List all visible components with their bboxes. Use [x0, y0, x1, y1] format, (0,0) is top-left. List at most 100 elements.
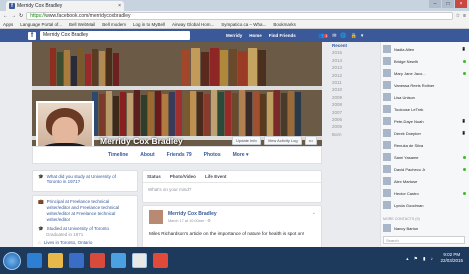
- chat-contact[interactable]: Nadia Allen 📱: [383, 44, 469, 54]
- chat-contact[interactable]: Hector Castro: [383, 188, 469, 198]
- chat-contact[interactable]: Bridge Newth: [383, 56, 469, 66]
- media-icon[interactable]: [90, 253, 105, 268]
- contact-name: David Pacheco Jr: [394, 166, 426, 172]
- start-button[interactable]: [3, 251, 21, 270]
- avatar: [383, 81, 391, 89]
- chrome-icon[interactable]: [132, 253, 147, 268]
- chat-contact[interactable]: Nancy Barton: [383, 223, 469, 233]
- chat-contact[interactable]: Lynda Goodman: [383, 200, 469, 210]
- year-item[interactable]: Recent: [332, 42, 371, 49]
- post-avatar[interactable]: [149, 210, 163, 224]
- minimize-button[interactable]: –: [429, 0, 441, 8]
- nav-profile[interactable]: Merridy: [226, 33, 242, 38]
- post-meta: March 17 at 10:00am · ⚙: [168, 219, 211, 223]
- messages-icon[interactable]: ✉: [332, 33, 336, 39]
- contact-section-label: MORE CONTACTS (9): [383, 217, 420, 221]
- post-options-icon[interactable]: ⌄: [312, 210, 316, 216]
- folder-icon[interactable]: [48, 253, 63, 268]
- update-info-button[interactable]: Update Info: [232, 136, 261, 145]
- life-event-tab[interactable]: Life Event: [205, 174, 227, 179]
- fb-search-input[interactable]: Merridy Cox Bradley: [40, 31, 190, 40]
- close-tab-icon[interactable]: ×: [118, 3, 121, 9]
- forward-icon[interactable]: →: [11, 13, 16, 19]
- bookmark-item[interactable]: Bell WebMail: [69, 22, 95, 27]
- bookmark-item[interactable]: Language Portal of...: [20, 22, 62, 27]
- year-item[interactable]: 2009: [332, 94, 371, 101]
- tab-more[interactable]: More ▾: [233, 152, 249, 158]
- chat-contact[interactable]: Derek Doepker 📱: [383, 128, 469, 138]
- skype-icon[interactable]: [111, 253, 126, 268]
- chat-contact[interactable]: Alex Martuse: [383, 176, 469, 186]
- study-question-card[interactable]: 🎓 What did you study at University of To…: [32, 170, 138, 192]
- avatar: [383, 69, 391, 77]
- year-item[interactable]: 2010: [332, 86, 371, 93]
- year-item[interactable]: 2012: [332, 72, 371, 79]
- chat-contact[interactable]: Vanessa Reeis Rollner: [383, 80, 469, 90]
- chat-contact[interactable]: Mary Jane Jaco...: [383, 68, 469, 78]
- tab-photos[interactable]: Photos: [204, 152, 221, 158]
- close-window-button[interactable]: ×: [455, 0, 467, 8]
- back-icon[interactable]: ←: [3, 13, 8, 19]
- year-item[interactable]: 2008: [332, 101, 371, 108]
- settings-dropdown-icon[interactable]: ▾: [361, 33, 364, 39]
- privacy-icon[interactable]: 🔒: [351, 33, 357, 39]
- facebook-logo-icon[interactable]: f: [28, 32, 36, 40]
- year-item[interactable]: Born: [332, 131, 371, 138]
- more-options-button[interactable]: •••: [304, 136, 317, 145]
- maximize-button[interactable]: □: [442, 0, 454, 8]
- bookmark-item[interactable]: Sympatico.ca – Wha...: [221, 22, 266, 27]
- year-item[interactable]: 2013: [332, 64, 371, 71]
- bookmark-item[interactable]: Bookmarks: [273, 22, 296, 27]
- url-input[interactable]: https:// www.facebook.com/merridycoxbrad…: [26, 12, 453, 20]
- contact-name: Hector Castro: [394, 190, 419, 196]
- star-icon[interactable]: ☆: [456, 13, 460, 19]
- online-dot-icon: [463, 155, 466, 159]
- mobile-icon: 📱: [461, 131, 466, 135]
- notifications-icon[interactable]: 🌐: [340, 33, 346, 39]
- avatar: [383, 201, 391, 209]
- menu-icon[interactable]: ≡: [463, 13, 466, 19]
- chat-contact[interactable]: Pete-Daye Noah 📱: [383, 116, 469, 126]
- tab-timeline[interactable]: Timeline: [108, 152, 128, 158]
- chat-contact[interactable]: Tooloose LeTrek: [383, 104, 469, 114]
- avatar: [383, 141, 391, 149]
- chat-contact[interactable]: Sami Yasame: [383, 152, 469, 162]
- year-item[interactable]: 2007: [332, 109, 371, 116]
- bookmark-item[interactable]: Bell modem: [102, 22, 126, 27]
- work-text[interactable]: Principal at Freelance technical writer/…: [47, 199, 132, 223]
- chat-contact[interactable]: Lisa Unison: [383, 92, 469, 102]
- word-icon[interactable]: [69, 253, 84, 268]
- facebook-favicon-icon: f: [9, 3, 15, 9]
- view-activity-log-button[interactable]: View Activity Log: [263, 136, 302, 145]
- system-tray-icons[interactable]: ▴ ⚑ ▮ ♪: [406, 256, 435, 262]
- year-item[interactable]: 2014: [332, 57, 371, 64]
- chat-contact[interactable]: Renuka de Silva: [383, 140, 469, 150]
- photo-video-tab[interactable]: Photo/Video: [170, 174, 196, 179]
- browser-tab[interactable]: f Merridy Cox Bradley ×: [6, 1, 124, 11]
- bookmark-item[interactable]: Airway Global Hom...: [172, 22, 214, 27]
- ie-icon[interactable]: [27, 253, 42, 268]
- reload-icon[interactable]: ↻: [19, 13, 23, 19]
- taskbar-clock[interactable]: 9:02 PM 22/03/2015: [440, 252, 463, 264]
- lives-text[interactable]: Lives in Toronto, Ontario: [44, 240, 93, 246]
- year-item[interactable]: 2011: [332, 79, 371, 86]
- friend-requests-icon[interactable]: 👥1: [318, 33, 329, 39]
- year-item[interactable]: 2015: [332, 49, 371, 56]
- chat-contact[interactable]: David Pacheco Jr: [383, 164, 469, 174]
- tab-about[interactable]: About: [140, 152, 154, 158]
- chat-search-input[interactable]: Search: [383, 236, 465, 244]
- status-input[interactable]: What's on your mind?: [143, 183, 321, 196]
- status-tab[interactable]: Status: [147, 174, 161, 179]
- year-item[interactable]: 2005: [332, 123, 371, 130]
- year-item[interactable]: 2006: [332, 116, 371, 123]
- post-author[interactable]: Merridy Cox Bradley: [168, 211, 217, 217]
- nav-home[interactable]: Home: [249, 33, 262, 38]
- online-dot-icon: [463, 167, 466, 171]
- nav-find-friends[interactable]: Find Friends: [269, 33, 296, 38]
- tab-friends[interactable]: Friends 79: [167, 152, 192, 158]
- avatar: [383, 177, 391, 185]
- app-icon[interactable]: [153, 253, 168, 268]
- bookmark-item[interactable]: Apps: [3, 22, 13, 27]
- profile-tabs: Timeline About Friends 79 Photos More ▾: [32, 146, 322, 164]
- bookmark-item[interactable]: Log in to MyBell: [133, 22, 165, 27]
